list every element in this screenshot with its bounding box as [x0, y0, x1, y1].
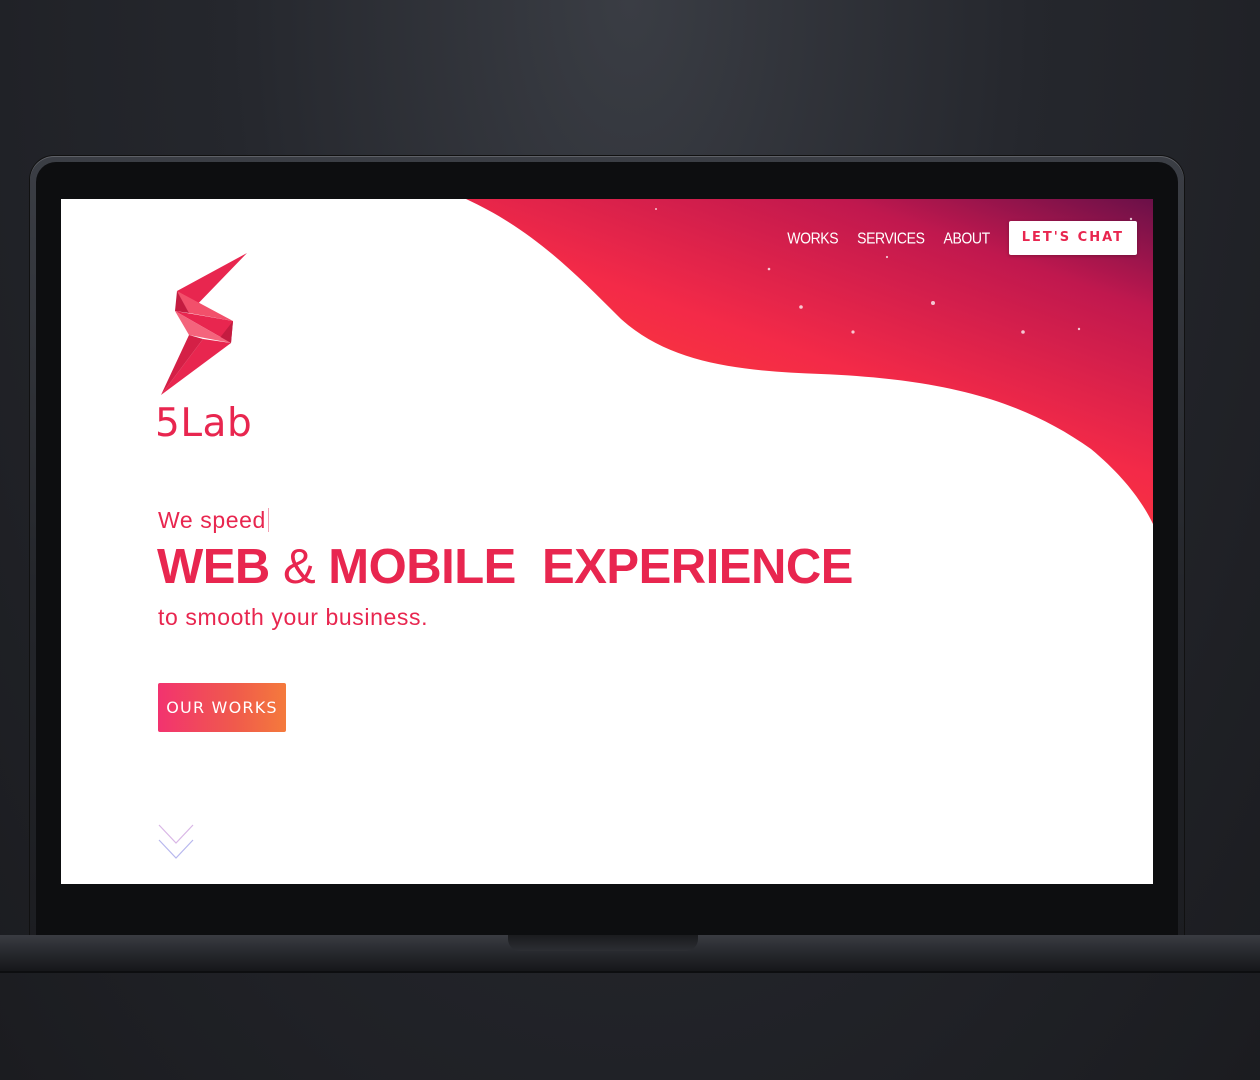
main-nav: WORKS SERVICES ABOUT LET'S CHAT: [787, 221, 1137, 255]
hero-title: WEB & MOBILE EXPERIENCE: [157, 539, 853, 595]
hero-title-part2: MOBILE EXPERIENCE: [328, 540, 853, 594]
hero-pre-text-label: We speed: [158, 507, 266, 533]
laptop-notch: [508, 935, 698, 951]
nav-link-about[interactable]: ABOUT: [944, 229, 991, 247]
lightning-bolt-icon[interactable]: [159, 251, 251, 399]
hero-subtitle: to smooth your business.: [158, 604, 429, 630]
hero-title-amp: &: [282, 540, 316, 594]
nav-link-works[interactable]: WORKS: [787, 229, 838, 247]
chevron-down-icon[interactable]: [158, 823, 194, 861]
our-works-button[interactable]: OUR WORKS: [158, 683, 286, 732]
hero-pre-text: We speed: [158, 507, 269, 534]
nav-link-services[interactable]: SERVICES: [857, 229, 925, 247]
lets-chat-button[interactable]: LET'S CHAT: [1008, 221, 1137, 255]
typing-caret: [267, 508, 269, 532]
brand-wordmark[interactable]: 5Lab: [155, 401, 252, 446]
website-screen: WORKS SERVICES ABOUT LET'S CHAT 5Lab We …: [61, 199, 1153, 884]
hero-title-part1: WEB: [157, 540, 270, 594]
